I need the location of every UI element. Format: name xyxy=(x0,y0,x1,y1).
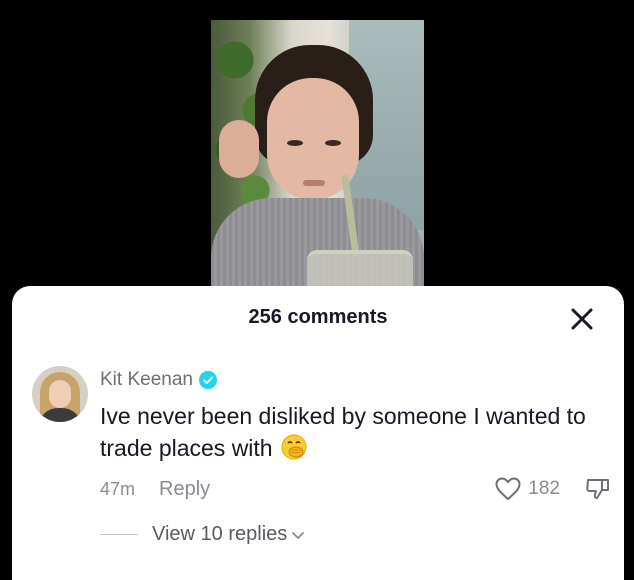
avatar-face xyxy=(49,380,71,408)
comment-body: Kit Keenan Ive never been disliked by so… xyxy=(100,366,610,500)
close-button[interactable] xyxy=(568,305,596,333)
person-mouth xyxy=(303,180,325,186)
close-icon xyxy=(571,308,593,330)
heart-icon xyxy=(495,477,521,500)
person-eye-right xyxy=(325,140,341,146)
author-name[interactable]: Kit Keenan xyxy=(100,369,193,391)
comment-meta-row: 47m Reply 182 xyxy=(100,476,610,502)
like-button[interactable]: 182 xyxy=(494,476,560,502)
person-hand xyxy=(219,120,259,178)
reply-button[interactable]: Reply xyxy=(159,478,210,501)
drink-cup xyxy=(307,250,413,290)
author-row: Kit Keenan xyxy=(100,366,610,394)
chevron-down-icon xyxy=(292,531,305,539)
replies-divider xyxy=(100,534,138,535)
verified-badge-icon xyxy=(198,371,217,389)
comment-text-content: Ive never been disliked by someone I wan… xyxy=(100,403,586,461)
tiktok-comments-screen: 256 comments Kit Keenan Ive never been d… xyxy=(0,0,634,580)
thumbs-down-icon[interactable] xyxy=(584,476,612,502)
person-eye-left xyxy=(287,140,303,146)
comments-sheet: 256 comments Kit Keenan Ive never been d… xyxy=(12,286,624,580)
comment-text: Ive never been disliked by someone I wan… xyxy=(100,400,610,464)
comment-timestamp: 47m xyxy=(100,478,136,499)
view-replies-label: View 10 replies xyxy=(152,523,288,545)
comments-count-title: 256 comments xyxy=(248,306,388,328)
avatar[interactable] xyxy=(32,366,88,422)
comments-header: 256 comments xyxy=(12,286,624,348)
hand-over-mouth-emoji-icon xyxy=(281,434,307,460)
like-count: 182 xyxy=(528,478,560,499)
video-preview[interactable] xyxy=(211,20,424,290)
view-replies-button[interactable]: View 10 replies xyxy=(100,523,305,546)
